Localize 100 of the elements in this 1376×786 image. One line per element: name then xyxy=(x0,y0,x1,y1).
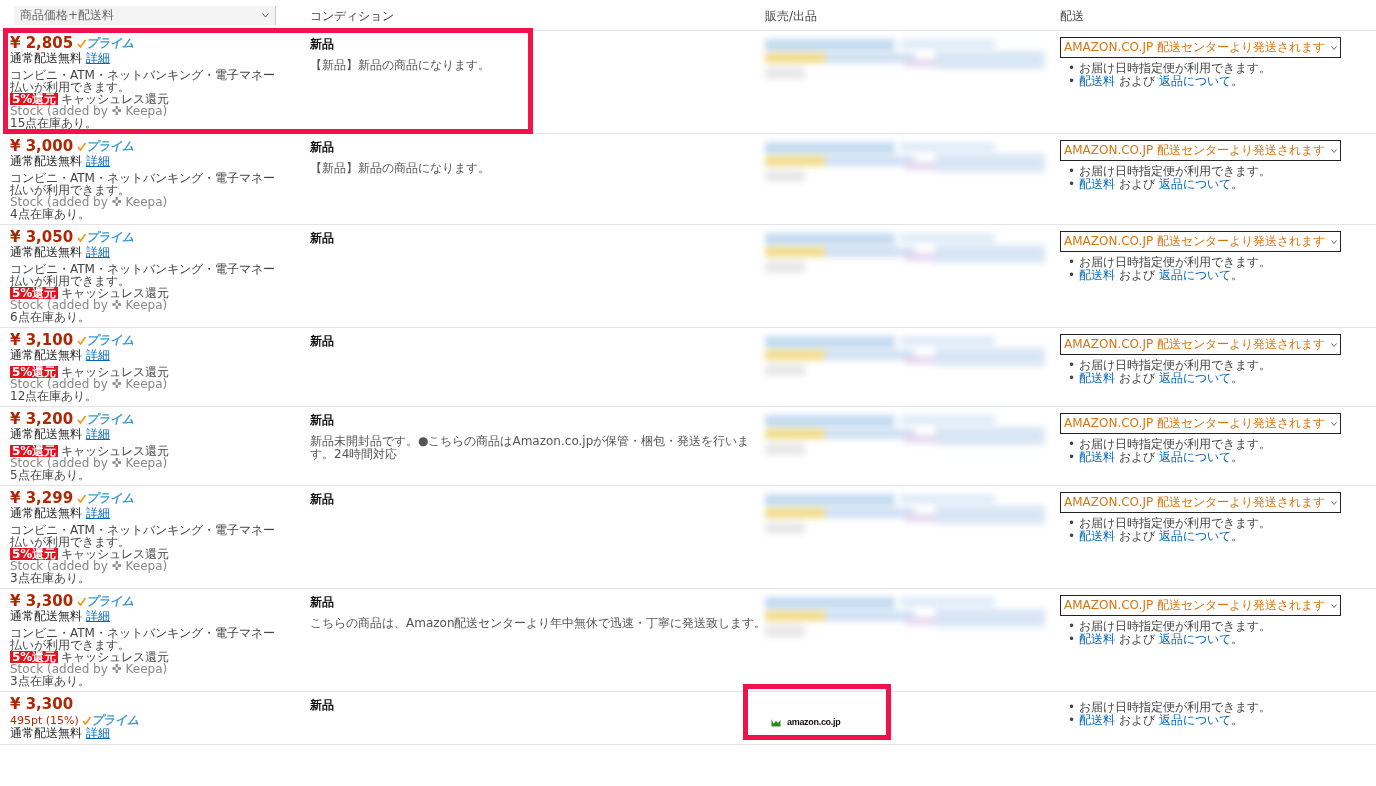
conjunction-text: および xyxy=(1118,371,1155,385)
conjunction-text: および xyxy=(1118,268,1155,282)
bullet-mark: • xyxy=(1068,700,1076,714)
period-text: 。 xyxy=(1230,713,1243,727)
condition-label: 新品 xyxy=(310,697,335,714)
returns-link[interactable]: 返品について xyxy=(1158,713,1231,727)
stock-text: 3点在庫あり。 xyxy=(10,675,91,687)
returns-link[interactable]: 返品について xyxy=(1158,74,1231,88)
prime-label: プライム xyxy=(86,228,135,246)
cashback-badge: 5%還元 xyxy=(10,287,59,299)
period-text: 。 xyxy=(1230,74,1243,88)
sort-dropdown[interactable]: 商品価格+配送料 xyxy=(14,6,276,25)
prime-label: プライム xyxy=(86,592,135,610)
bullet-mark: • xyxy=(1068,61,1076,75)
price: ¥ 2,805 xyxy=(10,34,74,52)
delivery-note: お届け日時指定便が利用できます。 xyxy=(1078,437,1271,451)
stock-text: 4点在庫あり。 xyxy=(10,208,91,220)
period-text: 。 xyxy=(1230,529,1243,543)
returns-link[interactable]: 返品について xyxy=(1158,632,1231,646)
cashback-badge: 5%還元 xyxy=(10,366,59,378)
delivery-note: お届け日時指定便が利用できます。 xyxy=(1078,358,1271,372)
shipping-fee-link[interactable]: 配送料 xyxy=(1078,713,1115,727)
condition-description: 新品未開封品です。●こちらの商品はAmazon.co.jpが保管・梱包・発送を行います。24時間対応 xyxy=(310,435,751,461)
delivery-note: お届け日時指定便が利用できます。 xyxy=(1078,255,1271,269)
detail-link[interactable]: 詳細 xyxy=(85,609,110,623)
shipping-fee-link[interactable]: 配送料 xyxy=(1078,177,1115,191)
condition-label: 新品 xyxy=(310,230,335,247)
cashback-text: キャッシュレス還元 xyxy=(61,287,170,299)
detail-link[interactable]: 詳細 xyxy=(85,245,110,259)
cashback-text: キャッシュレス還元 xyxy=(61,651,170,663)
cashback-badge: 5%還元 xyxy=(10,445,59,457)
returns-link[interactable]: 返品について xyxy=(1158,450,1231,464)
period-text: 。 xyxy=(1230,268,1243,282)
delivery-note: お届け日時指定便が利用できます。 xyxy=(1078,164,1271,178)
seller-logo[interactable]: amazon.co.jp xyxy=(787,717,841,727)
returns-link[interactable]: 返品について xyxy=(1158,268,1231,282)
conjunction-text: および xyxy=(1118,450,1155,464)
shipping-fee-link[interactable]: 配送料 xyxy=(1078,74,1115,88)
shipping-text: 通常配送無料 xyxy=(10,348,82,362)
shipping-dropdown[interactable]: AMAZON.CO.JP 配送センターより発送されます xyxy=(1060,140,1341,161)
conjunction-text: および xyxy=(1118,177,1155,191)
condition-label: 新品 xyxy=(310,412,335,429)
period-text: 。 xyxy=(1230,632,1243,646)
shipping-fee-link[interactable]: 配送料 xyxy=(1078,268,1115,282)
shipping-dropdown[interactable]: AMAZON.CO.JP 配送センターより発送されます xyxy=(1060,231,1341,252)
returns-link[interactable]: 返品について xyxy=(1158,177,1231,191)
bullet-mark: • xyxy=(1068,516,1076,530)
bullet-mark: • xyxy=(1068,255,1076,269)
price: ¥ 3,200 xyxy=(10,410,74,428)
period-text: 。 xyxy=(1230,177,1243,191)
shipping-text: 通常配送無料 xyxy=(10,726,82,740)
prime-label: プライム xyxy=(86,331,135,349)
stock-source: Stock (added by ✜ Keepa) xyxy=(10,663,168,675)
conjunction-text: および xyxy=(1118,74,1155,88)
detail-link[interactable]: 詳細 xyxy=(85,506,110,520)
cashback-badge: 5%還元 xyxy=(10,93,59,105)
shipping-text: 通常配送無料 xyxy=(10,51,82,65)
returns-link[interactable]: 返品について xyxy=(1158,371,1231,385)
cashback-text: キャッシュレス還元 xyxy=(61,93,170,105)
prime-label: プライム xyxy=(86,137,135,155)
shipping-text: 通常配送無料 xyxy=(10,609,82,623)
shipping-fee-link[interactable]: 配送料 xyxy=(1078,450,1115,464)
detail-link[interactable]: 詳細 xyxy=(85,726,110,740)
shipping-dropdown[interactable]: AMAZON.CO.JP 配送センターより発送されます xyxy=(1060,413,1341,434)
cashback-badge: 5%還元 xyxy=(10,548,59,560)
bullet-mark: • xyxy=(1068,371,1076,385)
detail-link[interactable]: 詳細 xyxy=(85,154,110,168)
stock-source: Stock (added by ✜ Keepa) xyxy=(10,105,168,117)
price: ¥ 3,300 xyxy=(10,592,74,610)
stock-text: 5点在庫あり。 xyxy=(10,469,91,481)
detail-link[interactable]: 詳細 xyxy=(85,51,110,65)
price: ¥ 3,299 xyxy=(10,489,74,507)
shipping-dropdown[interactable]: AMAZON.CO.JP 配送センターより発送されます xyxy=(1060,595,1341,616)
condition-label: 新品 xyxy=(310,491,335,508)
price: ¥ 3,050 xyxy=(10,228,74,246)
stock-text: 15点在庫あり。 xyxy=(10,117,98,129)
bullet-mark: • xyxy=(1068,632,1076,646)
shipping-fee-link[interactable]: 配送料 xyxy=(1078,371,1115,385)
shipping-dropdown[interactable]: AMAZON.CO.JP 配送センターより発送されます xyxy=(1060,37,1341,58)
bullet-mark: • xyxy=(1068,177,1076,191)
shipping-fee-link[interactable]: 配送料 xyxy=(1078,632,1115,646)
prime-label: プライム xyxy=(86,410,135,428)
payment-text: コンビニ・ATM・ネットバンキング・電子マネー払いが利用できます。 xyxy=(10,69,276,93)
shipping-dropdown[interactable]: AMAZON.CO.JP 配送センターより発送されます xyxy=(1060,492,1341,513)
bullet-mark: • xyxy=(1068,713,1076,727)
detail-link[interactable]: 詳細 xyxy=(85,427,110,441)
column-header: コンディション xyxy=(310,9,394,23)
payment-text: コンビニ・ATM・ネットバンキング・電子マネー払いが利用できます。 xyxy=(10,524,276,548)
points-text: 495pt (15%) xyxy=(10,713,79,727)
shipping-fee-link[interactable]: 配送料 xyxy=(1078,529,1115,543)
stock-source: Stock (added by ✜ Keepa) xyxy=(10,378,168,390)
shipping-dropdown[interactable]: AMAZON.CO.JP 配送センターより発送されます xyxy=(1060,334,1341,355)
condition-label: 新品 xyxy=(310,139,335,156)
detail-link[interactable]: 詳細 xyxy=(85,348,110,362)
shipping-text: 通常配送無料 xyxy=(10,427,82,441)
prime-label: プライム xyxy=(86,489,135,507)
stock-text: 3点在庫あり。 xyxy=(10,572,91,584)
prime-label: プライム xyxy=(86,34,135,52)
returns-link[interactable]: 返品について xyxy=(1158,529,1231,543)
condition-description: 【新品】新品の商品になります。 xyxy=(310,59,491,72)
